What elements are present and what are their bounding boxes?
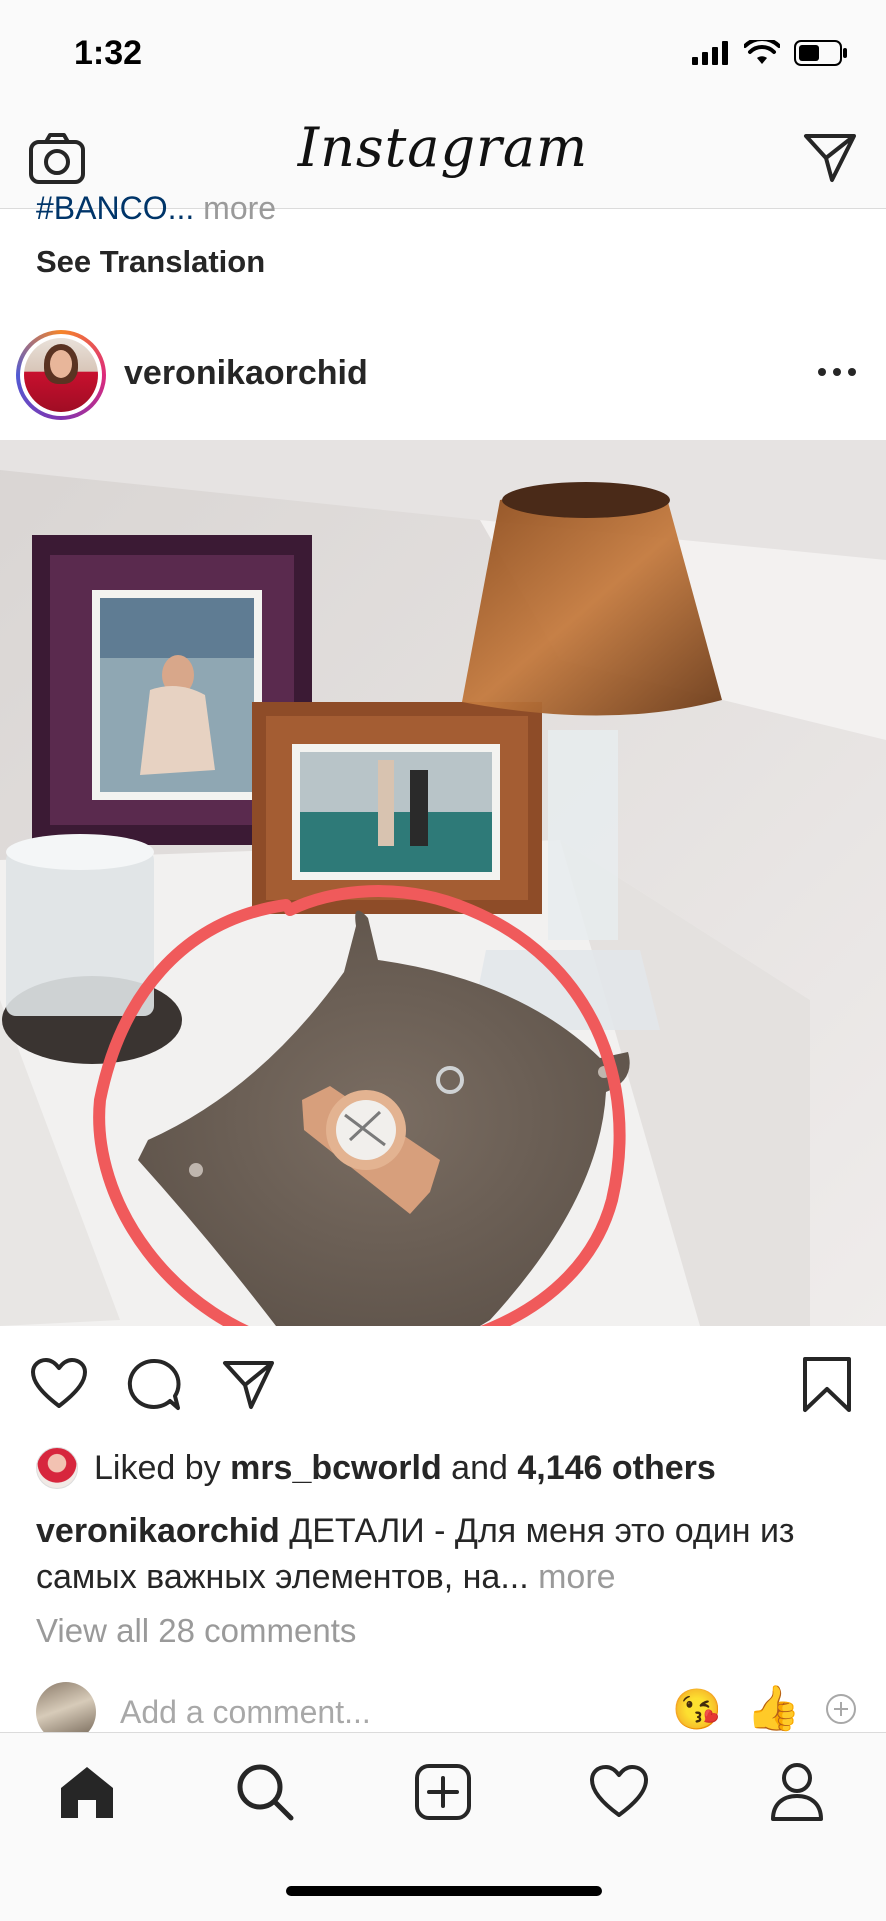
save-button[interactable] — [802, 1356, 852, 1419]
home-indicator[interactable] — [286, 1886, 602, 1896]
bookmark-icon — [803, 1357, 851, 1412]
likes-prefix: Liked by — [94, 1448, 221, 1487]
likes-summary[interactable]: Liked by mrs_bcworld and 4,146 others — [36, 1446, 716, 1490]
hashtag-link[interactable]: #BANCO... — [36, 190, 194, 226]
post-actions — [0, 1346, 886, 1426]
add-comment-input[interactable]: Add a comment... — [120, 1694, 371, 1731]
thumbs-up-emoji-button[interactable]: 👍 — [746, 1682, 801, 1734]
post-username[interactable]: veronikaorchid — [124, 354, 368, 393]
status-bar: 1:32 — [0, 0, 886, 108]
tab-new-post[interactable] — [408, 1757, 478, 1827]
new-post-icon — [415, 1764, 471, 1820]
post-photo[interactable] — [0, 440, 886, 1326]
tab-profile[interactable] — [762, 1757, 832, 1827]
see-translation-link[interactable]: See Translation — [36, 244, 265, 280]
battery-icon — [794, 40, 847, 66]
like-button[interactable] — [30, 1358, 88, 1415]
more-link[interactable]: more — [203, 190, 276, 226]
caption-more-link[interactable]: more — [538, 1558, 615, 1596]
comment-button[interactable] — [126, 1358, 182, 1417]
avatar[interactable] — [16, 330, 106, 420]
wifi-icon — [744, 40, 780, 64]
view-all-comments-link[interactable]: View all 28 comments — [36, 1612, 356, 1650]
paper-plane-icon — [223, 1361, 274, 1409]
likes-count[interactable]: 4,146 others — [517, 1449, 715, 1488]
home-icon — [61, 1767, 113, 1818]
status-icons — [692, 40, 848, 66]
kiss-emoji-button[interactable]: 😘 — [672, 1686, 722, 1733]
liker-username[interactable]: mrs_bcworld — [230, 1449, 442, 1488]
post-header: veronikaorchid — [0, 320, 886, 430]
search-icon — [237, 1764, 294, 1821]
tab-search[interactable] — [230, 1757, 300, 1827]
previous-caption-tail: #BANCO... more — [36, 190, 276, 227]
more-options-icon[interactable] — [818, 368, 856, 376]
profile-icon — [771, 1763, 823, 1821]
caption-username[interactable]: veronikaorchid — [36, 1512, 280, 1550]
direct-messages-button[interactable] — [802, 130, 858, 191]
signal-icon — [692, 41, 728, 65]
likes-and: and — [451, 1448, 508, 1487]
share-button[interactable] — [222, 1358, 276, 1417]
post-image — [0, 440, 886, 1326]
post-caption: veronikaorchid ДЕТАЛИ - Для меня это оди… — [36, 1508, 856, 1600]
heart-icon — [31, 1358, 87, 1408]
comment-icon — [127, 1358, 181, 1410]
app-logo: Instagram — [297, 116, 589, 179]
add-emoji-button[interactable] — [824, 1692, 858, 1731]
status-time: 1:32 — [74, 34, 143, 72]
paper-plane-icon — [804, 134, 856, 182]
activity-heart-icon — [590, 1765, 648, 1817]
tab-home[interactable] — [52, 1757, 122, 1827]
liker-avatar — [36, 1447, 78, 1489]
tab-activity[interactable] — [584, 1757, 654, 1827]
plus-circle-icon — [826, 1694, 856, 1724]
